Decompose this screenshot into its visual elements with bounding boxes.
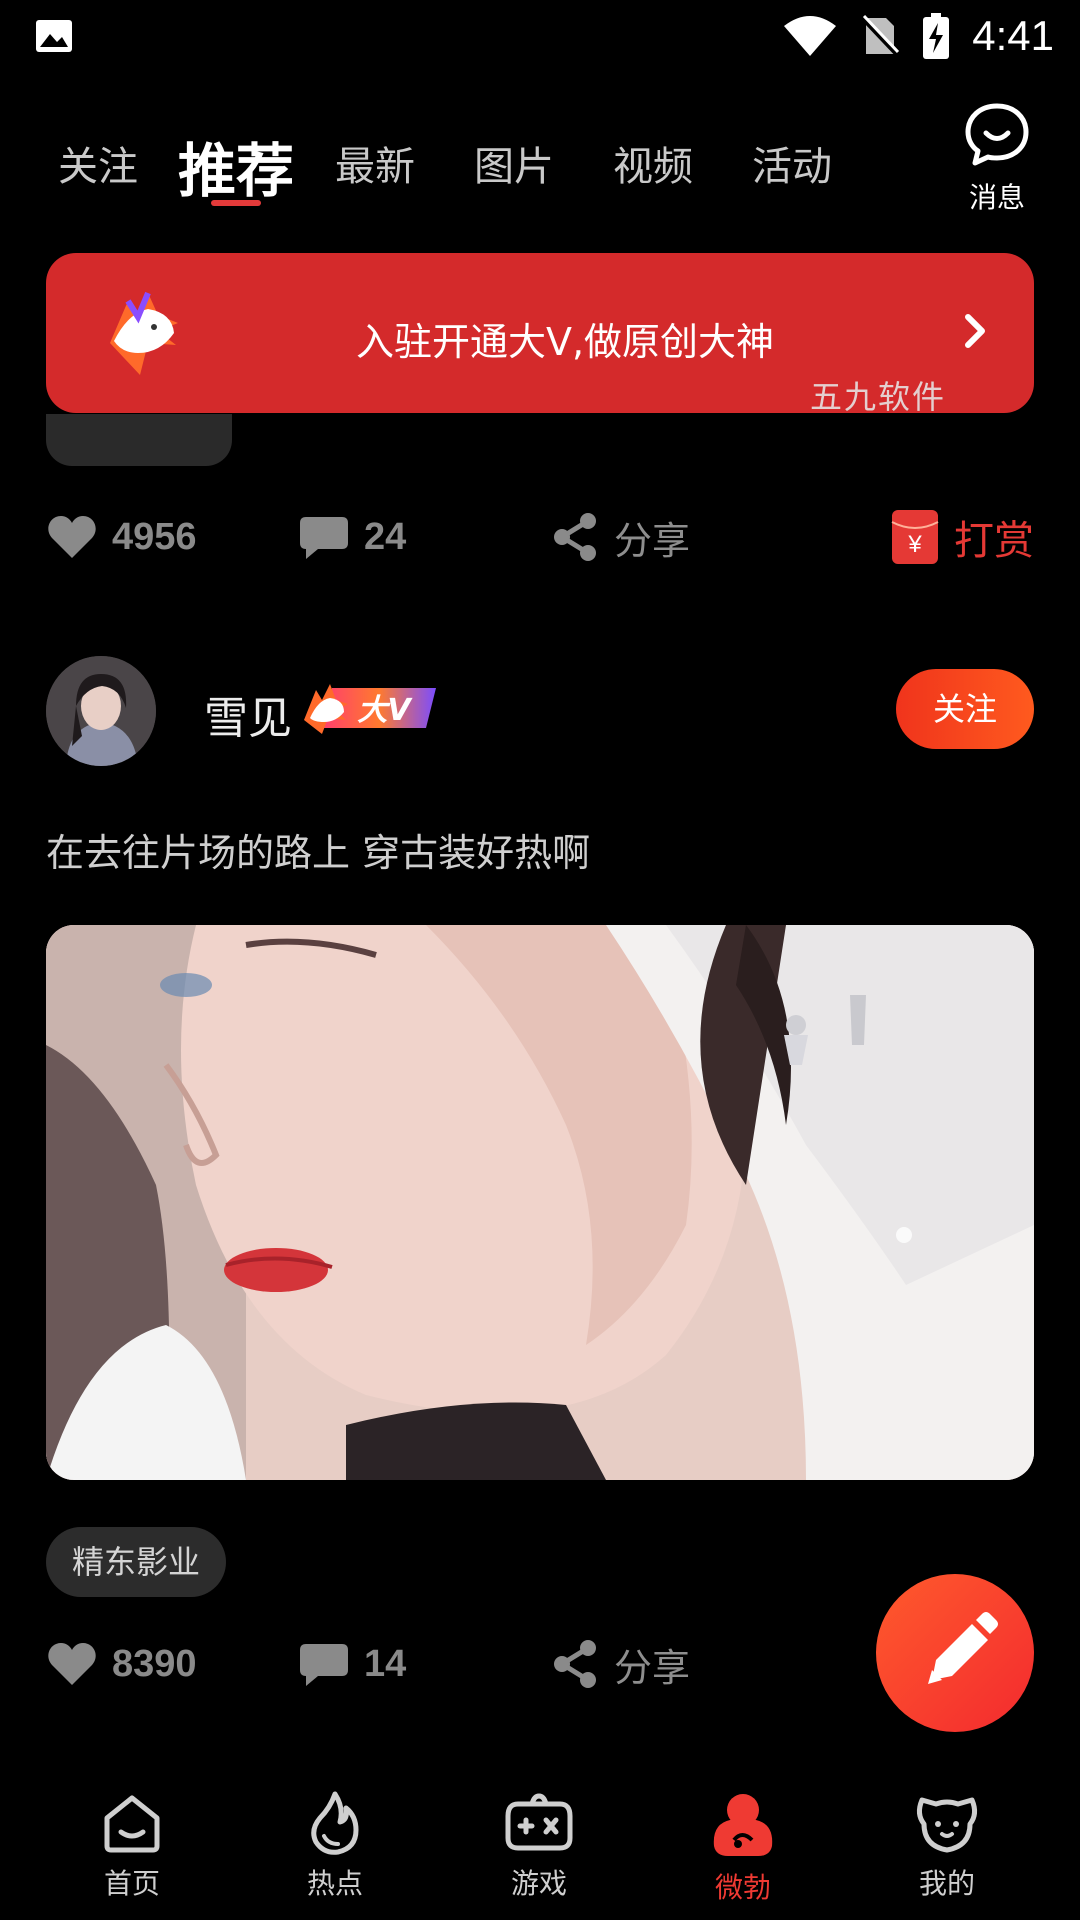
red-envelope-icon: ¥	[891, 510, 939, 564]
nav-hot-label: 热点	[306, 1867, 363, 1900]
banner-text: 入驻开通大V,做原创大神	[355, 320, 775, 364]
bottom-nav: 首页 热点 游戏 微勃 我的	[0, 1760, 1080, 1920]
home-icon	[104, 1795, 160, 1853]
clock: 4:41	[972, 12, 1054, 59]
tab-pictures[interactable]: 图片	[474, 134, 554, 192]
pencil-icon	[928, 1612, 998, 1684]
nav-home[interactable]: 首页	[62, 1790, 202, 1902]
share-label: 分享	[614, 518, 691, 563]
tab-videos[interactable]: 视频	[613, 134, 693, 192]
like-button[interactable]: 8390	[46, 1629, 197, 1699]
post-tag[interactable]: 精东影业	[46, 1527, 227, 1597]
weibo-icon	[713, 1794, 773, 1856]
share-label: 分享	[614, 1645, 691, 1690]
author-name[interactable]: 雪见	[204, 682, 292, 746]
like-count: 8390	[112, 1642, 197, 1685]
gamepad-icon	[505, 1793, 573, 1851]
comment-count: 14	[364, 1642, 407, 1685]
heart-icon	[48, 1643, 96, 1685]
gallery-notification-icon	[36, 20, 72, 52]
tip-button[interactable]: ¥ 打赏	[890, 502, 1034, 572]
follow-button[interactable]: 关注	[896, 669, 1034, 749]
nav-mine-label: 我的	[918, 1867, 975, 1900]
status-bar: 4:41	[0, 0, 1080, 72]
like-button[interactable]: 4956	[46, 502, 197, 572]
tab-events[interactable]: 活动	[752, 134, 832, 192]
chat-bubble-icon	[965, 103, 1029, 166]
wifi-icon	[784, 16, 837, 56]
comment-button[interactable]: 24	[298, 502, 406, 572]
author-avatar[interactable]	[46, 656, 156, 766]
compose-button[interactable]	[876, 1574, 1034, 1732]
nav-hot[interactable]: 热点	[265, 1790, 405, 1902]
comment-button[interactable]: 14	[298, 1629, 406, 1699]
messages-label: 消息	[968, 181, 1025, 214]
share-button[interactable]: 分享	[550, 502, 690, 572]
battery-charging-icon	[923, 13, 950, 59]
no-sim-icon	[860, 14, 900, 58]
tip-label: 打赏	[954, 518, 1034, 564]
comment-icon	[300, 1644, 348, 1686]
flame-icon	[311, 1791, 359, 1855]
nav-games[interactable]: 游戏	[469, 1790, 609, 1902]
nav-weibo-label: 微勃	[714, 1871, 771, 1904]
heart-icon	[48, 516, 96, 558]
share-icon	[554, 1640, 596, 1688]
share-button[interactable]: 分享	[550, 1629, 690, 1699]
messages-button[interactable]: 消息	[962, 102, 1032, 216]
like-count: 4956	[112, 515, 197, 558]
comment-icon	[300, 517, 348, 559]
portrait-photo	[46, 925, 1034, 1480]
chevron-right-icon	[965, 314, 985, 348]
comment-count: 24	[364, 515, 407, 558]
svg-text:¥: ¥	[907, 531, 922, 558]
dog-face-icon	[916, 1797, 978, 1853]
tab-latest[interactable]: 最新	[335, 134, 415, 192]
post-text: 在去往片场的路上 穿古装好热啊	[46, 831, 591, 875]
big-v-badge-icon: 大V	[304, 684, 436, 734]
nav-games-label: 游戏	[510, 1867, 567, 1900]
post-image[interactable]	[46, 925, 1034, 1480]
previous-post-tag	[46, 414, 232, 466]
nav-home-label: 首页	[103, 1867, 160, 1900]
nav-weibo[interactable]: 微勃	[673, 1790, 813, 1906]
share-icon	[554, 513, 596, 561]
avatar-image	[46, 656, 156, 766]
tab-recommend[interactable]: 推荐	[178, 124, 294, 208]
nav-mine[interactable]: 我的	[877, 1790, 1017, 1902]
watermark: 五九软件	[810, 378, 947, 416]
active-tab-indicator	[211, 200, 261, 206]
previous-post-actions: 4956 24 分享 ¥ 打赏	[46, 502, 1034, 572]
tab-follow[interactable]: 关注	[58, 134, 138, 192]
badge-label: 大V	[357, 693, 413, 728]
